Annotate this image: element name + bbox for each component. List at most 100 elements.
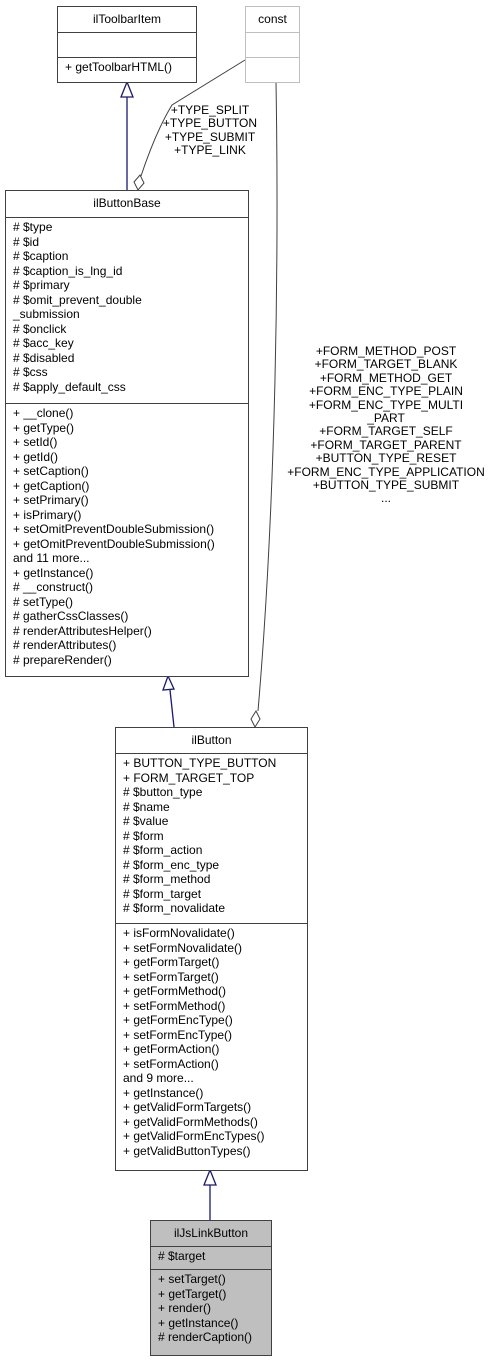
edge-label-line: +BUTTON_TYPE_RESET bbox=[315, 451, 457, 466]
class-attribute: # $id bbox=[13, 234, 40, 249]
edge-label-line: +FORM_ENC_TYPE_APPLICATION bbox=[287, 464, 485, 479]
class-attributes-section bbox=[246, 32, 299, 57]
class-iljslinkbutton[interactable]: ilJsLinkButton # $target + setTarget() + ge… bbox=[150, 1220, 272, 1356]
class-attribute: # $form_enc_type bbox=[123, 857, 220, 872]
class-methods-section: + __clone() + getType() + setId() + getId()… bbox=[6, 403, 248, 669]
class-attribute: # $acc_key bbox=[13, 336, 74, 350]
class-methods-section: + isFormNovalidate() + setFormNovalidate(… bbox=[116, 923, 307, 1160]
class-method: + getFormAction() bbox=[123, 1042, 220, 1056]
class-method: + getInstance() bbox=[13, 565, 94, 580]
class-method: + isPrimary() bbox=[13, 507, 82, 522]
class-methods-section: + setTarget() + getTarget() + render() + ge… bbox=[151, 1269, 271, 1347]
class-attribute: # $css bbox=[13, 365, 48, 379]
edge-label-line: +TYPE_SUBMIT bbox=[164, 129, 256, 144]
class-name: ilJsLinkButton bbox=[173, 1226, 249, 1240]
class-attribute: # $form bbox=[123, 828, 164, 843]
edge-label-const-button: +FORM_METHOD_POST +FORM_TARGET_BLANK +FORM… bbox=[272, 344, 500, 506]
class-attributes-section bbox=[58, 32, 196, 57]
class-attribute: # $caption bbox=[13, 249, 69, 263]
class-method: + getId() bbox=[13, 449, 59, 464]
class-methods-section: + getToolbarHTML() bbox=[58, 57, 196, 82]
class-name: ilButtonBase bbox=[93, 196, 161, 210]
class-attributes-section: # $target bbox=[151, 1246, 271, 1269]
class-method: + getTarget() bbox=[158, 1286, 227, 1301]
class-method: + __clone() bbox=[13, 406, 74, 420]
class-method: + getValidFormTargets() bbox=[123, 1100, 252, 1114]
class-method: # renderAttributesHelper() bbox=[13, 623, 152, 638]
class-name: ilButton bbox=[191, 733, 232, 747]
class-method: # renderAttributes() bbox=[13, 638, 117, 652]
class-method: + isFormNovalidate() bbox=[123, 926, 235, 940]
class-method: + getInstance() bbox=[158, 1315, 239, 1330]
class-method: + setFormAction() bbox=[123, 1056, 219, 1071]
class-attribute: # $button_type bbox=[123, 785, 203, 799]
class-const[interactable]: const bbox=[245, 6, 300, 83]
class-name: const bbox=[258, 12, 287, 26]
class-method: # __construct() bbox=[13, 580, 94, 594]
class-attribute: # $name bbox=[123, 799, 170, 814]
class-method: + getToolbarHTML() bbox=[65, 60, 173, 74]
class-attribute: # $omit_prevent_double bbox=[13, 292, 142, 307]
class-ilbutton[interactable]: ilButton + BUTTON_TYPE_BUTTON + FORM_TARGE… bbox=[115, 727, 308, 1171]
class-attribute: # $primary bbox=[13, 278, 70, 292]
edge-label-line: +FORM_ENC_TYPE_PLAIN bbox=[309, 384, 463, 399]
edge-label-line: +FORM_METHOD_POST bbox=[315, 344, 457, 358]
class-attribute: + FORM_TARGET_TOP bbox=[123, 770, 255, 785]
edge-label-line: +FORM_TARGET_PARENT bbox=[310, 437, 462, 452]
class-attribute: # $disabled bbox=[13, 350, 75, 365]
class-attribute: # $form_action bbox=[123, 843, 203, 857]
class-attribute: # $form_method bbox=[123, 872, 211, 886]
class-attribute: # $apply_default_css bbox=[13, 379, 126, 394]
class-method: + setFormTarget() bbox=[123, 969, 219, 984]
edge-label-line: +FORM_TARGET_SELF bbox=[319, 424, 453, 439]
class-method: # prepareRender() bbox=[13, 652, 112, 667]
class-attribute: # $onclick bbox=[13, 321, 67, 336]
class-method: + getCaption() bbox=[13, 478, 90, 493]
class-method: # gatherCssClasses() bbox=[13, 609, 129, 623]
inheritance-toolbaritem-buttonbase bbox=[120, 80, 134, 190]
class-attribute: # $form_target bbox=[123, 886, 202, 901]
class-method: + setPrimary() bbox=[13, 493, 89, 507]
class-attribute: _submission bbox=[13, 307, 80, 321]
class-method: and 9 more... bbox=[123, 1071, 194, 1085]
class-method: + getFormTarget() bbox=[123, 955, 220, 969]
edge-label-line: +TYPE_LINK bbox=[174, 143, 246, 158]
edge-label-line: +TYPE_SPLIT bbox=[170, 103, 250, 117]
edge-label-line: +FORM_TARGET_BLANK bbox=[314, 357, 458, 372]
class-method: + render() bbox=[158, 1301, 212, 1315]
edge-label-line: +TYPE_BUTTON bbox=[162, 116, 258, 131]
class-method: + getFormMethod() bbox=[123, 984, 227, 998]
class-attribute: + BUTTON_TYPE_BUTTON bbox=[123, 756, 277, 770]
class-attribute: # $value bbox=[123, 814, 169, 828]
class-method: + setId() bbox=[13, 435, 58, 449]
class-ilbuttonbase[interactable]: ilButtonBase # $type # $id # $caption # $cap… bbox=[5, 190, 249, 677]
class-method: + setOmitPreventDoubleSubmission() bbox=[13, 522, 215, 536]
class-iltoolbaritem[interactable]: ilToolbarItem + getToolbarHTML() bbox=[57, 6, 197, 83]
inheritance-button-jslinkbutton bbox=[203, 1168, 217, 1220]
class-method: + setTarget() bbox=[158, 1272, 226, 1286]
class-method: + getType() bbox=[13, 420, 75, 435]
edge-label-line: +FORM_METHOD_GET bbox=[319, 370, 453, 385]
edge-label-line: ... bbox=[380, 491, 391, 506]
class-method: + setFormNovalidate() bbox=[123, 940, 243, 955]
class-method: # renderCaption() bbox=[158, 1330, 253, 1344]
class-method: and 11 more... bbox=[13, 551, 90, 565]
class-attribute: # $caption_is_lng_id bbox=[13, 263, 123, 278]
class-method: + getValidButtonTypes() bbox=[123, 1143, 251, 1158]
class-method: + getOmitPreventDoubleSubmission() bbox=[13, 536, 215, 551]
class-method: + getValidFormEncTypes() bbox=[123, 1129, 265, 1143]
class-method: + setCaption() bbox=[13, 464, 89, 478]
class-methods-section bbox=[246, 57, 299, 82]
edge-label-const-buttonbase: +TYPE_SPLIT +TYPE_BUTTON +TYPE_SUBMIT +TYPE… bbox=[160, 103, 260, 158]
class-method: + setFormMethod() bbox=[123, 998, 226, 1013]
edge-label-line: +BUTTON_TYPE_SUBMIT bbox=[312, 478, 460, 493]
class-method: + getFormEncType() bbox=[123, 1013, 233, 1027]
class-attributes-section: + BUTTON_TYPE_BUTTON + FORM_TARGET_TOP # $… bbox=[116, 753, 307, 923]
edge-label-line: _PART bbox=[367, 411, 405, 426]
class-attribute: # $type bbox=[13, 220, 53, 234]
class-method: + getInstance() bbox=[123, 1085, 204, 1100]
class-method: + getValidFormMethods() bbox=[123, 1114, 258, 1129]
edge-label-line: +FORM_ENC_TYPE_MULTI bbox=[308, 397, 464, 412]
inheritance-buttonbase-button bbox=[162, 674, 175, 728]
class-name: ilToolbarItem bbox=[92, 12, 162, 26]
